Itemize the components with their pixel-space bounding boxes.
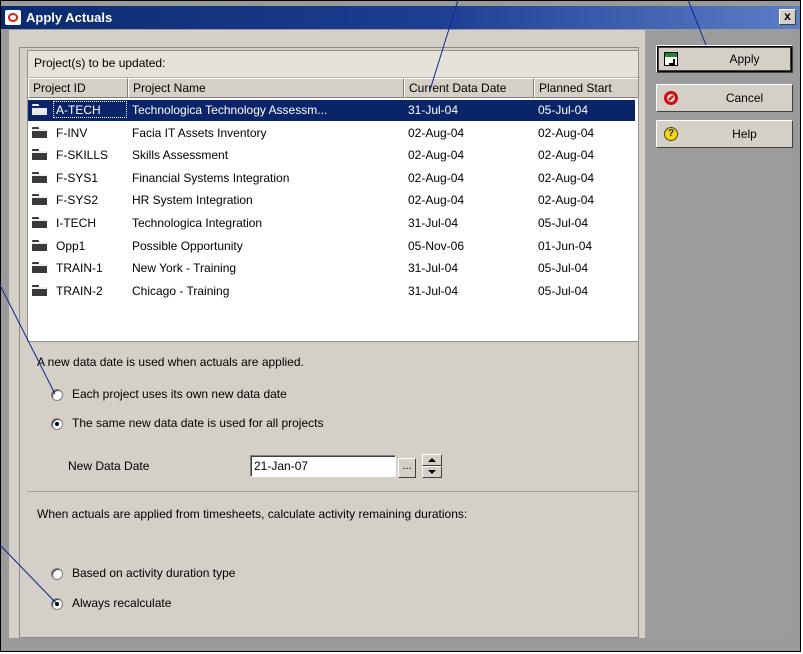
always-recalculate-label[interactable]: Always recalculate bbox=[72, 596, 171, 610]
cancel-button[interactable]: Cancel bbox=[656, 84, 793, 112]
column-header-current-data-date[interactable]: Current Data Date bbox=[404, 78, 534, 98]
current-data-date-cell: 31-Jul-04 bbox=[408, 261, 459, 276]
folder-icon bbox=[32, 194, 47, 206]
oracle-logo-icon bbox=[5, 10, 21, 25]
folder-icon bbox=[32, 171, 47, 183]
folder-icon bbox=[32, 126, 47, 138]
projects-caption: Project(s) to be updated: bbox=[34, 56, 166, 70]
folder-icon bbox=[32, 284, 47, 296]
planned-start-cell: 02-Aug-04 bbox=[538, 125, 595, 140]
always-recalculate-radio[interactable] bbox=[51, 598, 63, 610]
date-spinner bbox=[422, 454, 442, 478]
close-button[interactable]: x bbox=[779, 9, 796, 25]
spin-down-arrow-icon[interactable] bbox=[422, 466, 442, 478]
duration-type-label[interactable]: Based on activity duration type bbox=[72, 566, 235, 580]
project-id-cell: A-TECH bbox=[56, 103, 101, 117]
new-data-date-input[interactable]: 21-Jan-07 bbox=[250, 455, 396, 477]
folder-icon bbox=[32, 239, 47, 251]
help-button[interactable]: ? Help bbox=[656, 120, 793, 148]
table-row[interactable]: F-INV Facia IT Assets Inventory 02-Aug-04 0… bbox=[28, 122, 638, 144]
help-icon: ? bbox=[664, 127, 678, 141]
project-name-cell: Technologica Integration bbox=[132, 216, 263, 230]
folder-icon bbox=[32, 149, 47, 161]
planned-start-cell: 05-Jul-04 bbox=[538, 261, 589, 276]
current-data-date-cell: 02-Aug-04 bbox=[408, 193, 465, 208]
window-title: Apply Actuals bbox=[26, 10, 113, 25]
planned-start-cell: 02-Aug-04 bbox=[538, 148, 595, 163]
project-name-cell: Financial Systems Integration bbox=[132, 170, 290, 185]
project-id-cell: F-INV bbox=[56, 125, 88, 140]
cancel-icon bbox=[664, 91, 678, 105]
date-picker-button[interactable]: ... bbox=[398, 458, 416, 478]
project-name-cell: HR System Integration bbox=[132, 193, 253, 208]
planned-start-cell: 02-Aug-04 bbox=[538, 170, 595, 185]
project-id-cell: F-SYS2 bbox=[56, 193, 99, 208]
project-id-cell: F-SKILLS bbox=[56, 148, 109, 163]
planned-start-cell: 05-Jul-04 bbox=[538, 216, 589, 230]
project-name-cell: Technologica Technology Assessm... bbox=[132, 103, 328, 117]
planned-start-cell: 05-Jul-04 bbox=[538, 283, 589, 298]
project-name-cell: New York - Training bbox=[132, 261, 237, 276]
current-data-date-cell: 31-Jul-04 bbox=[408, 283, 459, 298]
planned-start-cell: 01-Jun-04 bbox=[538, 238, 593, 253]
help-button-label: Help bbox=[732, 127, 757, 141]
cancel-button-label: Cancel bbox=[725, 91, 764, 105]
remaining-duration-group: When actuals are applied from timesheets… bbox=[27, 492, 639, 638]
table-header: Project ID Project Name Current Data Dat… bbox=[28, 78, 638, 98]
project-name-cell: Facia IT Assets Inventory bbox=[132, 125, 267, 140]
folder-icon bbox=[32, 217, 47, 228]
projects-caption-bar: Project(s) to be updated: bbox=[28, 51, 638, 78]
current-data-date-cell: 31-Jul-04 bbox=[408, 216, 459, 230]
own-data-date-radio[interactable] bbox=[51, 389, 63, 401]
projects-group: Project(s) to be updated: Project ID Pro… bbox=[27, 50, 639, 342]
column-header-planned-start[interactable]: Planned Start bbox=[534, 78, 638, 98]
apply-button[interactable]: Apply bbox=[656, 45, 793, 73]
table-row[interactable]: F-SYS2 HR System Integration 02-Aug-04 02-A… bbox=[28, 189, 638, 211]
project-name-cell: Skills Assessment bbox=[132, 148, 229, 163]
project-name-cell: Chicago - Training bbox=[132, 283, 230, 298]
current-data-date-cell: 02-Aug-04 bbox=[408, 170, 465, 185]
new-data-date-label: New Data Date bbox=[68, 459, 150, 473]
column-header-project-id[interactable]: Project ID bbox=[28, 78, 128, 98]
planned-start-cell: 02-Aug-04 bbox=[538, 193, 595, 208]
data-date-heading: A new data date is used when actuals are… bbox=[37, 355, 304, 369]
table-row[interactable]: A-TECH Technologica Technology Assessm...… bbox=[28, 99, 638, 121]
current-data-date-cell: 02-Aug-04 bbox=[408, 125, 465, 140]
spin-up-arrow-icon[interactable] bbox=[422, 454, 442, 466]
folder-icon bbox=[32, 262, 47, 274]
table-row[interactable]: Opp1 Possible Opportunity 05-Nov-06 01-Jun-… bbox=[28, 235, 638, 257]
column-header-project-name[interactable]: Project Name bbox=[128, 78, 404, 98]
project-id-cell: I-TECH bbox=[56, 216, 96, 230]
apply-icon bbox=[664, 52, 678, 66]
title-bar[interactable]: Apply Actuals x bbox=[1, 6, 800, 29]
current-data-date-cell: 05-Nov-06 bbox=[408, 238, 465, 253]
duration-type-radio[interactable] bbox=[51, 568, 63, 580]
table-row[interactable]: TRAIN-2 Chicago - Training 31-Jul-04 05-Jul… bbox=[28, 280, 638, 302]
table-row[interactable]: TRAIN-1 New York - Training 31-Jul-04 05-Ju… bbox=[28, 257, 638, 279]
project-id-cell: TRAIN-1 bbox=[56, 261, 103, 276]
planned-start-cell: 05-Jul-04 bbox=[538, 103, 589, 117]
new-data-date-value: 21-Jan-07 bbox=[254, 459, 309, 473]
own-data-date-label[interactable]: Each project uses its own new data date bbox=[72, 387, 287, 401]
project-id-cell: Opp1 bbox=[56, 238, 86, 253]
table-row[interactable]: F-SYS1 Financial Systems Integration 02-Au… bbox=[28, 167, 638, 189]
table-row[interactable]: I-TECH Technologica Integration 31-Jul-04 0… bbox=[28, 212, 638, 234]
current-data-date-cell: 31-Jul-04 bbox=[408, 103, 459, 117]
same-data-date-label[interactable]: The same new data date is used for all p… bbox=[72, 416, 323, 430]
remaining-duration-heading: When actuals are applied from timesheets… bbox=[37, 507, 468, 521]
same-data-date-radio[interactable] bbox=[51, 418, 63, 430]
folder-icon bbox=[32, 104, 47, 115]
table-row[interactable]: F-SKILLS Skills Assessment 02-Aug-04 02-Aug… bbox=[28, 144, 638, 166]
current-data-date-cell: 02-Aug-04 bbox=[408, 148, 465, 163]
project-id-cell: TRAIN-2 bbox=[56, 283, 103, 298]
apply-button-label: Apply bbox=[729, 52, 760, 66]
project-id-cell: F-SYS1 bbox=[56, 170, 99, 185]
project-name-cell: Possible Opportunity bbox=[132, 238, 243, 253]
